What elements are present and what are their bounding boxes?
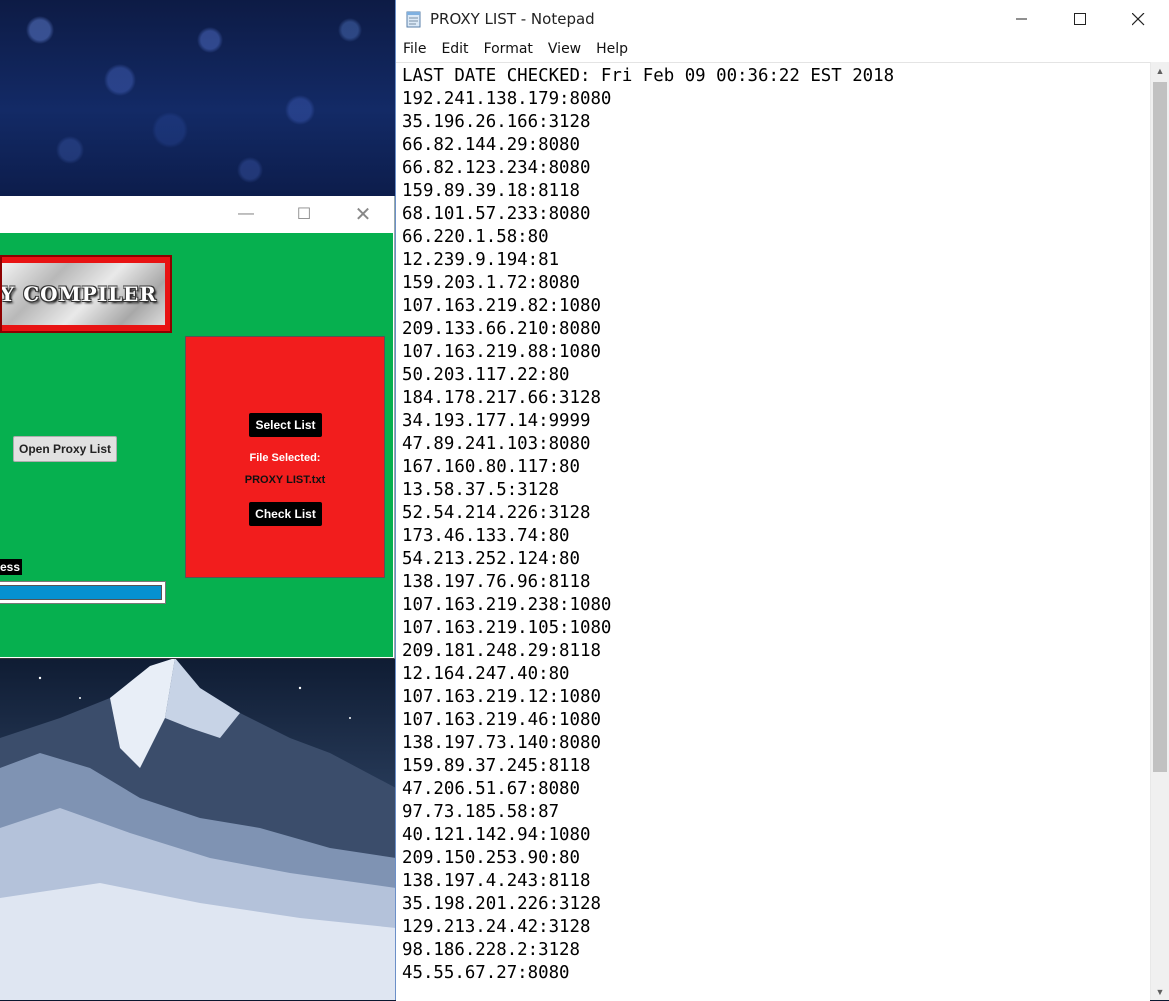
proxy-line: 107.163.219.46:1080 bbox=[402, 710, 601, 730]
desktop-wallpaper-top bbox=[0, 0, 396, 200]
notepad-titlebar[interactable]: PROXY LIST - Notepad bbox=[396, 0, 1169, 38]
proxy-line: 159.89.39.18:8118 bbox=[402, 181, 580, 201]
close-icon[interactable]: ✕ bbox=[334, 196, 392, 232]
header-line: LAST DATE CHECKED: Fri Feb 09 00:36:22 E… bbox=[402, 66, 895, 86]
progress-bar-fill bbox=[0, 585, 162, 600]
proxy-line: 47.206.51.67:8080 bbox=[402, 779, 580, 799]
proxy-line: 209.150.253.90:80 bbox=[402, 848, 580, 868]
proxy-line: 35.196.26.166:3128 bbox=[402, 112, 591, 132]
select-list-button[interactable]: Select List bbox=[249, 413, 322, 437]
menu-view[interactable]: View bbox=[548, 38, 581, 62]
proxy-line: 209.181.248.29:8118 bbox=[402, 641, 601, 661]
proxy-line: 107.163.219.238:1080 bbox=[402, 595, 612, 615]
text-editor-area[interactable]: LAST DATE CHECKED: Fri Feb 09 00:36:22 E… bbox=[396, 62, 1150, 1001]
proxy-line: 138.197.76.96:8118 bbox=[402, 572, 591, 592]
check-list-button[interactable]: Check List bbox=[249, 502, 322, 526]
window-title: PROXY LIST - Notepad bbox=[430, 10, 595, 28]
proxy-line: 192.241.138.179:8080 bbox=[402, 89, 612, 109]
menu-bar: File Edit Format View Help bbox=[396, 38, 1169, 62]
notepad-app-icon bbox=[406, 11, 421, 28]
file-selected-label: File Selected: bbox=[249, 452, 321, 464]
logo-frame: PROXY COMPILER bbox=[0, 255, 172, 333]
desktop-wallpaper-bottom bbox=[0, 658, 396, 1000]
maximize-icon[interactable]: ☐ bbox=[275, 196, 333, 232]
proxy-line: 107.163.219.82:1080 bbox=[402, 296, 601, 316]
logo-text: PROXY COMPILER bbox=[2, 282, 157, 306]
proxy-line: 66.82.123.234:8080 bbox=[402, 158, 591, 178]
proxy-line: 138.197.73.140:8080 bbox=[402, 733, 601, 753]
proxy-line: 138.197.4.243:8118 bbox=[402, 871, 591, 891]
proxy-line: 107.163.219.12:1080 bbox=[402, 687, 601, 707]
minimize-icon[interactable]: — bbox=[217, 196, 275, 232]
proxy-line: 98.186.228.2:3128 bbox=[402, 940, 580, 960]
close-icon[interactable] bbox=[1109, 0, 1167, 38]
scrollbar-thumb[interactable] bbox=[1153, 82, 1167, 772]
scroll-up-icon[interactable]: ▲ bbox=[1151, 62, 1169, 79]
proxy-compiler-body: PROXY COMPILER Open Proxy List Progress:… bbox=[0, 233, 393, 657]
proxy-line: 34.193.177.14:9999 bbox=[402, 411, 591, 431]
maximize-icon[interactable] bbox=[1051, 0, 1109, 38]
proxy-line: 66.82.144.29:8080 bbox=[402, 135, 580, 155]
proxy-line: 68.101.57.233:8080 bbox=[402, 204, 591, 224]
proxy-line: 129.213.24.42:3128 bbox=[402, 917, 591, 937]
progress-label: Progress: bbox=[0, 559, 22, 575]
proxy-line: 159.89.37.245:8118 bbox=[402, 756, 591, 776]
proxy-compiler-titlebar[interactable]: — ☐ ✕ bbox=[0, 196, 394, 232]
progress-bar bbox=[0, 581, 166, 604]
proxy-line: 66.220.1.58:80 bbox=[402, 227, 549, 247]
proxy-line: 47.89.241.103:8080 bbox=[402, 434, 591, 454]
proxy-line: 45.55.67.27:8080 bbox=[402, 963, 570, 983]
logo-image: PROXY COMPILER bbox=[2, 263, 165, 325]
proxy-line: 167.160.80.117:80 bbox=[402, 457, 580, 477]
proxy-compiler-window: — ☐ ✕ PROXY COMPILER Open Proxy List Pro… bbox=[0, 196, 395, 659]
open-proxy-list-button[interactable]: Open Proxy List bbox=[13, 436, 117, 462]
proxy-line: 13.58.37.5:3128 bbox=[402, 480, 560, 500]
proxy-line: 107.163.219.88:1080 bbox=[402, 342, 601, 362]
proxy-line: 184.178.217.66:3128 bbox=[402, 388, 601, 408]
proxy-line: 52.54.214.226:3128 bbox=[402, 503, 591, 523]
scroll-down-icon[interactable]: ▼ bbox=[1151, 983, 1169, 1000]
text-content: LAST DATE CHECKED: Fri Feb 09 00:36:22 E… bbox=[396, 63, 1150, 985]
proxy-line: 209.133.66.210:8080 bbox=[402, 319, 601, 339]
proxy-line: 54.213.252.124:80 bbox=[402, 549, 580, 569]
proxy-line: 40.121.142.94:1080 bbox=[402, 825, 591, 845]
menu-file[interactable]: File bbox=[403, 38, 426, 62]
proxy-line: 12.164.247.40:80 bbox=[402, 664, 570, 684]
notepad-window: PROXY LIST - Notepad File Edit Format Vi… bbox=[395, 0, 1169, 1001]
proxy-line: 50.203.117.22:80 bbox=[402, 365, 570, 385]
menu-edit[interactable]: Edit bbox=[441, 38, 468, 62]
proxy-line: 35.198.201.226:3128 bbox=[402, 894, 601, 914]
proxy-line: 159.203.1.72:8080 bbox=[402, 273, 580, 293]
proxy-line: 97.73.185.58:87 bbox=[402, 802, 560, 822]
proxy-line: 173.46.133.74:80 bbox=[402, 526, 570, 546]
list-panel: Select List File Selected: PROXY LIST.tx… bbox=[185, 336, 385, 578]
proxy-line: 12.239.9.194:81 bbox=[402, 250, 560, 270]
menu-format[interactable]: Format bbox=[484, 38, 533, 62]
menu-help[interactable]: Help bbox=[596, 38, 628, 62]
selected-file-name: PROXY LIST.txt bbox=[244, 474, 326, 486]
minimize-icon[interactable] bbox=[993, 0, 1051, 38]
vertical-scrollbar[interactable]: ▲ ▼ bbox=[1150, 62, 1169, 1000]
proxy-line: 107.163.219.105:1080 bbox=[402, 618, 612, 638]
